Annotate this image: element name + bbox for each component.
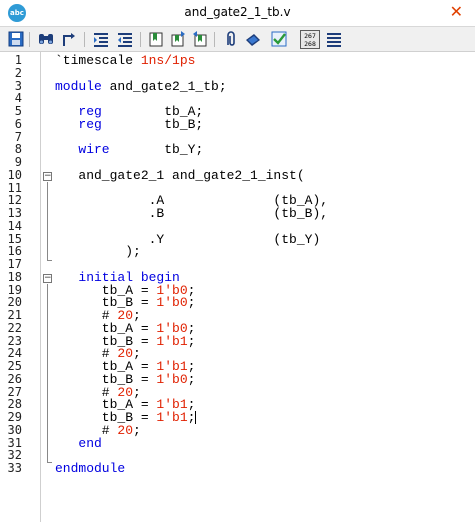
code-token: ); [55, 244, 141, 260]
code-token: ; [187, 371, 196, 387]
code-line[interactable]: `timescale 1ns/1ps [55, 54, 195, 67]
window-title: and_gate2_1_tb.v [184, 5, 291, 19]
fold-line [47, 284, 48, 463]
title-bar: abc and_gate2_1_tb.v ✕ [0, 0, 475, 26]
code-editor[interactable]: 1 2 3 4 5 6 7 8 9 10 11 12 13 14 15 16 17 18 19 20 21 22 23 24 2… [0, 52, 475, 522]
code-token: tb_Y; [109, 142, 204, 158]
code-token: ; [187, 295, 196, 311]
counter-top: 267 [304, 32, 316, 40]
line-number: 33 [7, 461, 22, 475]
number-token: 1'b0 [156, 295, 188, 311]
fold-toggle-icon[interactable]: − [43, 172, 52, 181]
code-token: ; [187, 410, 196, 425]
keyword-token: wire [78, 142, 110, 158]
line-number: 18 [7, 269, 22, 284]
fold-end-marker [47, 462, 52, 463]
toolbar-separator [140, 32, 141, 47]
code-token: tb_B; [101, 116, 204, 132]
toolbar-separator [214, 32, 215, 47]
code-line[interactable]: wire tb_Y; [55, 143, 203, 156]
fold-line [47, 182, 48, 261]
code-line[interactable]: ); [55, 245, 141, 258]
paperclip-icon[interactable] [221, 30, 239, 48]
toolbar-separator [29, 32, 30, 47]
bookmark-icon[interactable] [147, 30, 165, 48]
line-counter-icon[interactable]: 267 268 [300, 30, 320, 49]
line-number: 10 [7, 167, 22, 182]
counter-bottom: 268 [304, 40, 316, 48]
paint-icon[interactable] [244, 30, 262, 48]
number-token: 20 [117, 422, 134, 438]
code-token: and_gate2_1_tb; [101, 78, 227, 94]
checkmark-icon[interactable] [270, 30, 288, 48]
code-line[interactable]: end [55, 435, 102, 451]
code-line[interactable]: reg tb_B; [55, 118, 203, 131]
outdent-icon[interactable] [116, 30, 134, 48]
keyword-token: end [78, 435, 102, 451]
text-cursor [195, 411, 197, 424]
bookmark-next-icon[interactable] [169, 30, 187, 48]
binoculars-icon[interactable] [37, 30, 55, 48]
keyword-token: module [55, 78, 102, 94]
code-token: .B (tb_B), [55, 206, 329, 221]
code-line[interactable]: and_gate2_1 and_gate2_1_inst( [55, 167, 305, 183]
number-token: 1ns/1ps [140, 53, 196, 68]
code-token: ; [133, 422, 141, 438]
fold-end-marker [47, 260, 52, 261]
keyword-token: endmodule [55, 461, 126, 476]
fold-toggle-icon[interactable]: − [43, 274, 52, 283]
number-token: 1'b0 [156, 371, 188, 387]
line-number-gutter: 1 2 3 4 5 6 7 8 9 10 11 12 13 14 15 16 17 18 19 20 21 22 23 24 2… [0, 52, 40, 522]
line-number: 26 [7, 371, 22, 386]
code-line[interactable]: .B (tb_B), [55, 207, 328, 220]
code-token: ; [187, 333, 196, 349]
goto-icon[interactable] [60, 30, 78, 48]
code-line[interactable]: module and_gate2_1_tb; [55, 80, 227, 93]
indent-icon[interactable] [92, 30, 110, 48]
toolbar-separator [84, 32, 85, 47]
line-number: 6 [14, 116, 22, 131]
number-token: 1'b1 [156, 333, 188, 349]
line-number: 14 [7, 218, 22, 233]
save-icon[interactable] [7, 30, 25, 48]
line-number: 22 [7, 320, 22, 335]
number-token: 1'b1 [156, 410, 188, 425]
code-token: `timescale [55, 53, 141, 68]
line-number: 30 [7, 422, 22, 437]
code-line[interactable]: endmodule [55, 462, 125, 475]
code-token: and_gate2_1 and_gate2_1_inst( [55, 167, 305, 183]
list-icon[interactable] [325, 30, 343, 48]
line-number: 2 [14, 65, 22, 80]
keyword-token: reg [78, 116, 102, 132]
close-icon[interactable]: ✕ [450, 2, 463, 21]
toolbar: 267 268 [0, 26, 475, 52]
bookmark-prev-icon[interactable] [191, 30, 209, 48]
